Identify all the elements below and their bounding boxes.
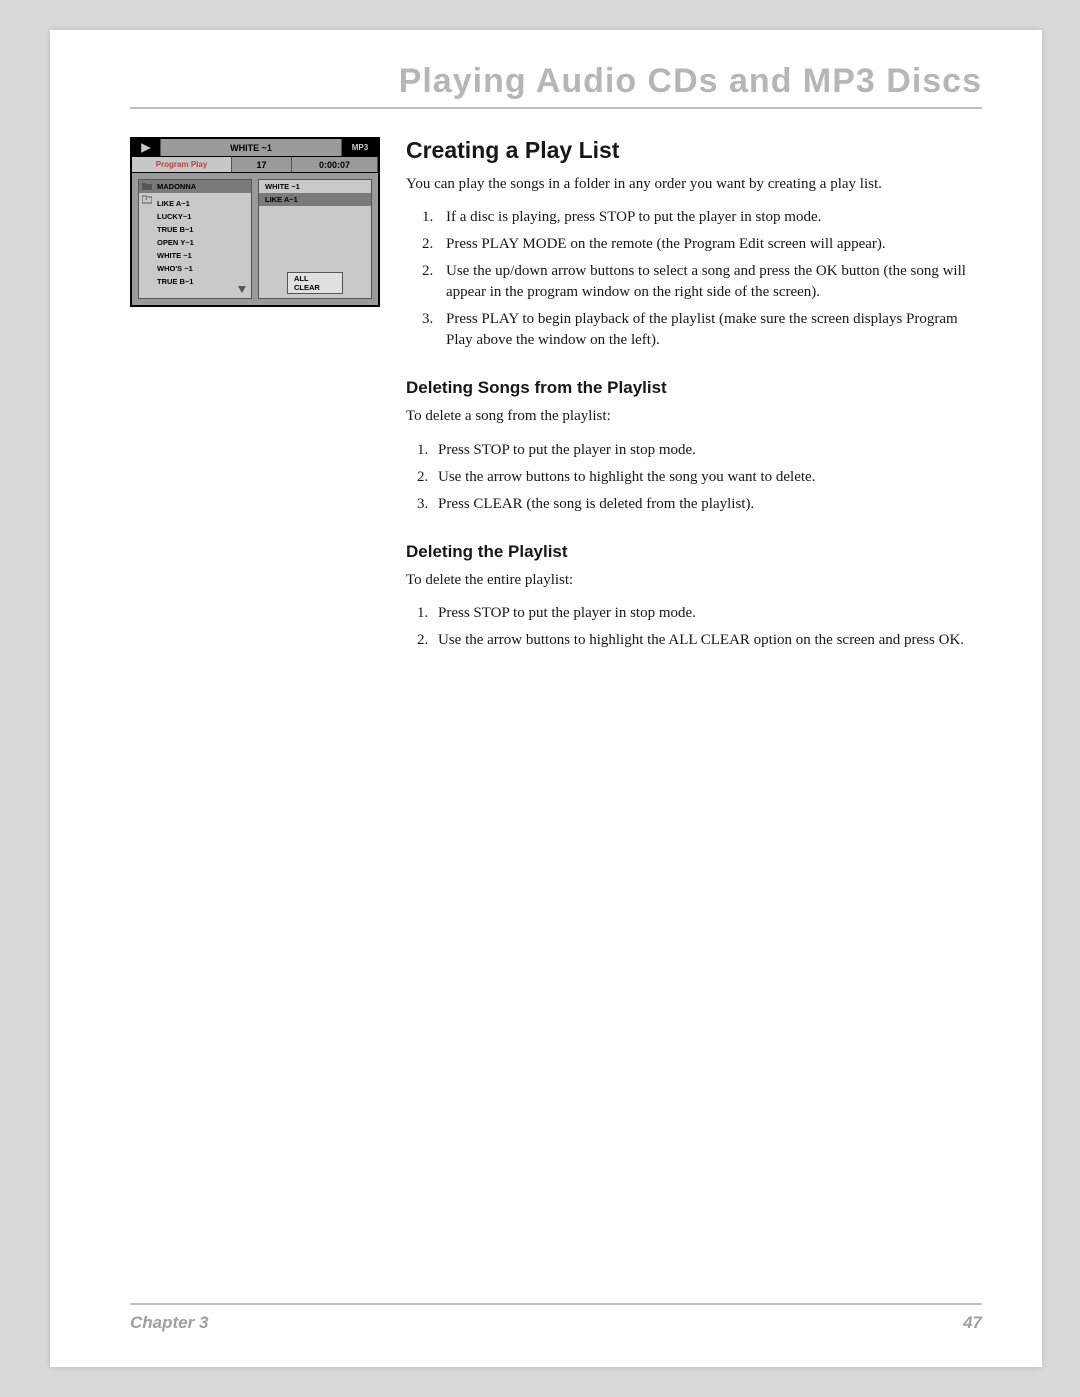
list-item[interactable]: LUCKY~1 bbox=[139, 210, 251, 223]
footer-page: 47 bbox=[963, 1313, 982, 1333]
delete-playlist-intro: To delete the entire playlist: bbox=[406, 570, 982, 590]
delete-songs-intro: To delete a song from the playlist: bbox=[406, 406, 982, 426]
list-item: Press STOP to put the player in stop mod… bbox=[432, 600, 982, 627]
list-item[interactable]: TRUE B~1 bbox=[139, 223, 251, 236]
list-item-label: OPEN Y~1 bbox=[157, 238, 194, 247]
list-item-label: TRUE B~1 bbox=[157, 225, 193, 234]
page-footer: Chapter 3 47 bbox=[130, 1303, 982, 1333]
osd-right-pane: WHITE ~1LIKE A~1 ALL CLEAR bbox=[258, 179, 372, 299]
list-item: 2.Use the up/down arrow buttons to selec… bbox=[416, 258, 982, 306]
content-column: Creating a Play List You can play the so… bbox=[406, 137, 982, 662]
list-item[interactable]: WHITE ~1 bbox=[259, 180, 371, 193]
list-item[interactable]: WHITE ~1 bbox=[139, 249, 251, 262]
steps-delete-playlist: Press STOP to put the player in stop mod… bbox=[406, 600, 982, 654]
folder-icon bbox=[142, 181, 152, 191]
list-item[interactable]: LIKE A~1 bbox=[259, 193, 371, 206]
list-item[interactable]: TRUE B~1 bbox=[139, 275, 251, 288]
heading-delete-songs: Deleting Songs from the Playlist bbox=[406, 378, 982, 398]
osd-snapshot: WHITE ~1 MP3 Program Play 17 0:00:07 MAD… bbox=[130, 137, 380, 307]
list-item: Press STOP to put the player in stop mod… bbox=[432, 437, 982, 464]
steps-create: 1.If a disc is playing, press STOP to pu… bbox=[406, 204, 982, 354]
osd-time: 0:00:07 bbox=[292, 157, 378, 172]
footer-chapter: Chapter 3 bbox=[130, 1313, 208, 1333]
mp3-badge-text: MP3 bbox=[352, 143, 368, 152]
list-item-label: WHO'S ~1 bbox=[157, 264, 193, 273]
steps-delete-song: Press STOP to put the player in stop mod… bbox=[406, 437, 982, 518]
list-item: Use the arrow buttons to highlight the A… bbox=[432, 627, 982, 654]
heading-creating-playlist: Creating a Play List bbox=[406, 137, 982, 164]
list-item-label: LUCKY~1 bbox=[157, 212, 191, 221]
list-item[interactable]: WHO'S ~1 bbox=[139, 262, 251, 275]
list-item[interactable]: MADONNA bbox=[139, 180, 251, 193]
page-title: Playing Audio CDs and MP3 Discs bbox=[130, 62, 982, 109]
two-column-layout: WHITE ~1 MP3 Program Play 17 0:00:07 MAD… bbox=[130, 137, 982, 662]
list-item-label: LIKE A~1 bbox=[157, 199, 190, 208]
scroll-down-icon bbox=[237, 184, 247, 294]
all-clear-button[interactable]: ALL CLEAR bbox=[287, 272, 343, 294]
osd-left-pane: MADONNA LIKE A~1 LUCKY~1 TRUE B~1 OPEN Y~1 WH… bbox=[138, 179, 252, 299]
list-item-label: TRUE B~1 bbox=[157, 277, 193, 286]
osd-track-title: WHITE ~1 bbox=[160, 139, 342, 156]
list-item: Press CLEAR (the song is deleted from th… bbox=[432, 491, 982, 518]
list-item[interactable]: OPEN Y~1 bbox=[139, 236, 251, 249]
heading-delete-playlist: Deleting the Playlist bbox=[406, 542, 982, 562]
list-item[interactable]: LIKE A~1 bbox=[139, 197, 251, 210]
osd-topbar: WHITE ~1 MP3 bbox=[132, 139, 378, 157]
osd-statusbar: Program Play 17 0:00:07 bbox=[132, 157, 378, 173]
list-item: 1.If a disc is playing, press STOP to pu… bbox=[416, 204, 982, 231]
osd-window: WHITE ~1 MP3 Program Play 17 0:00:07 MAD… bbox=[130, 137, 380, 307]
list-item: 2.Press PLAY MODE on the remote (the Pro… bbox=[416, 231, 982, 258]
osd-panes: MADONNA LIKE A~1 LUCKY~1 TRUE B~1 OPEN Y~1 WH… bbox=[132, 173, 378, 305]
osd-track: 17 bbox=[232, 157, 292, 172]
intro-paragraph: You can play the songs in a folder in an… bbox=[406, 174, 982, 194]
page-sheet: Playing Audio CDs and MP3 Discs WHITE ~1… bbox=[50, 30, 1042, 1367]
mp3-badge: MP3 bbox=[342, 139, 378, 156]
play-icon bbox=[132, 139, 160, 156]
list-item: Use the arrow buttons to highlight the s… bbox=[432, 464, 982, 491]
list-item: 3.Press PLAY to begin playback of the pl… bbox=[416, 306, 982, 354]
osd-mode: Program Play bbox=[132, 157, 232, 172]
list-item-label: MADONNA bbox=[157, 182, 196, 191]
list-item-label: WHITE ~1 bbox=[157, 251, 192, 260]
